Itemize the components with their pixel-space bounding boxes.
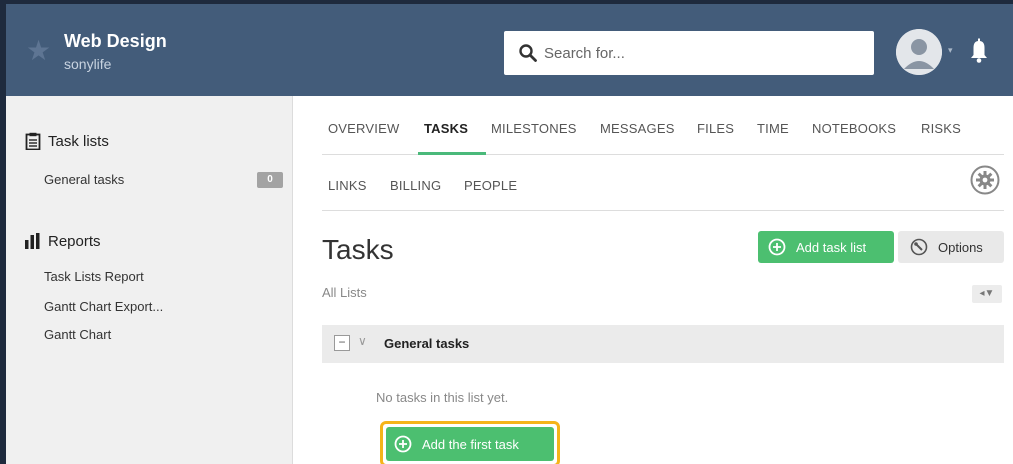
tab-divider-2 bbox=[322, 210, 1004, 211]
tab-tasks[interactable]: TASKS bbox=[424, 121, 468, 136]
tab-links[interactable]: LINKS bbox=[328, 178, 367, 193]
bar-chart-icon bbox=[25, 233, 40, 249]
task-list-header[interactable]: − ∨ General tasks bbox=[322, 325, 1004, 363]
main-content: OVERVIEW TASKS MILESTONES MESSAGES FILES… bbox=[294, 96, 1013, 464]
clipboard-icon bbox=[25, 132, 41, 150]
sidebar-item-gantt-chart-export[interactable]: Gantt Chart Export... bbox=[44, 299, 163, 314]
filter-icon[interactable]: ◂▼ bbox=[972, 285, 1002, 303]
add-task-list-button[interactable]: Add task list bbox=[758, 231, 894, 263]
app-window: ★ Web Design sonylife ▾ bbox=[0, 0, 1013, 464]
top-header: ★ Web Design sonylife ▾ bbox=[6, 4, 1013, 96]
caret-down-icon[interactable]: ▾ bbox=[948, 45, 956, 55]
chevron-down-icon[interactable]: ∨ bbox=[358, 334, 367, 348]
project-title[interactable]: Web Design bbox=[64, 31, 167, 52]
add-task-list-label: Add task list bbox=[796, 239, 867, 255]
task-lists-heading-label: Task lists bbox=[48, 132, 109, 150]
tab-billing[interactable]: BILLING bbox=[390, 178, 441, 193]
highlight-outline: Add the first task bbox=[380, 421, 560, 464]
sidebar-item-gantt-chart[interactable]: Gantt Chart bbox=[44, 327, 111, 342]
tab-time[interactable]: TIME bbox=[757, 121, 789, 136]
reports-heading-label: Reports bbox=[48, 232, 101, 250]
project-subtitle[interactable]: sonylife bbox=[64, 56, 111, 72]
bell-icon[interactable] bbox=[968, 38, 990, 64]
avatar-icon bbox=[896, 29, 942, 75]
sidebar-item-general-tasks[interactable]: General tasks bbox=[44, 172, 124, 187]
empty-list-message: No tasks in this list yet. bbox=[376, 390, 509, 405]
tab-milestones[interactable]: MILESTONES bbox=[491, 121, 577, 136]
star-icon[interactable]: ★ bbox=[26, 36, 56, 66]
search-icon bbox=[519, 44, 537, 62]
collapse-icon[interactable]: − bbox=[334, 335, 350, 351]
tab-notebooks[interactable]: NOTEBOOKS bbox=[812, 121, 896, 136]
add-first-task-label: Add the first task bbox=[422, 436, 519, 452]
page-title: Tasks bbox=[322, 234, 394, 265]
reports-heading: Reports bbox=[24, 232, 101, 250]
plus-circle-icon bbox=[768, 238, 786, 256]
sidebar-item-task-lists-report[interactable]: Task Lists Report bbox=[44, 269, 144, 284]
tab-risks[interactable]: RISKS bbox=[921, 121, 961, 136]
plus-circle-icon bbox=[394, 435, 412, 453]
search-input[interactable] bbox=[544, 31, 864, 75]
options-button[interactable]: Options bbox=[898, 231, 1004, 263]
wrench-icon bbox=[910, 238, 928, 256]
gear-icon[interactable] bbox=[970, 165, 1000, 195]
tab-messages[interactable]: MESSAGES bbox=[600, 121, 675, 136]
sidebar: Task lists General tasks 0 Reports Task … bbox=[6, 96, 293, 464]
avatar[interactable] bbox=[896, 29, 942, 75]
list-filter-label[interactable]: All Lists bbox=[322, 285, 367, 300]
task-list-name[interactable]: General tasks bbox=[384, 336, 469, 351]
task-lists-heading: Task lists bbox=[24, 132, 109, 150]
search-box[interactable] bbox=[504, 31, 874, 75]
active-tab-indicator bbox=[418, 152, 486, 155]
task-count-badge: 0 bbox=[257, 172, 283, 188]
tab-overview[interactable]: OVERVIEW bbox=[328, 121, 399, 136]
options-label: Options bbox=[938, 239, 983, 255]
tab-people[interactable]: PEOPLE bbox=[464, 178, 517, 193]
add-first-task-button[interactable]: Add the first task bbox=[386, 427, 554, 461]
tab-files[interactable]: FILES bbox=[697, 121, 734, 136]
